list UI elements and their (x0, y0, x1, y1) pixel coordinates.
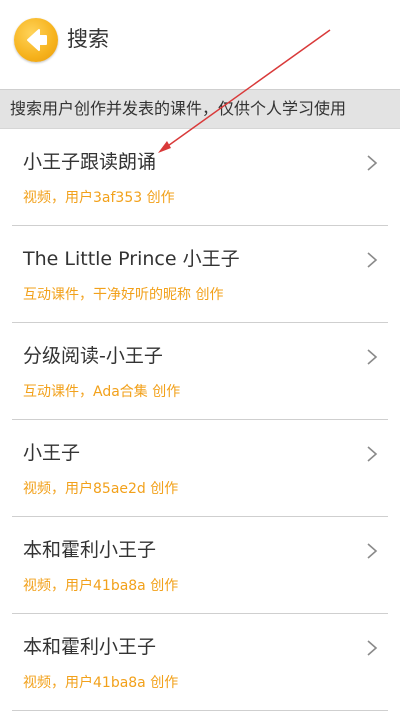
page-title: 搜索 (67, 27, 109, 51)
item-subtitle: 视频，用户41ba8a 创作 (23, 578, 179, 594)
item-title: 小王子跟读朗诵 (23, 151, 157, 173)
list-item[interactable]: 分级阅读-小王子 互动课件，Ada合集 创作 (0, 323, 400, 420)
chevron-right-icon (367, 640, 378, 656)
list-item[interactable]: 小王子 视频，用户85ae2d 创作 (0, 420, 400, 517)
chevron-right-icon (367, 446, 378, 462)
item-title: The Little Prince 小王子 (23, 248, 240, 270)
notice-banner: 搜索用户创作并发表的课件，仅供个人学习使用 (0, 89, 400, 129)
item-subtitle: 视频，用户85ae2d 创作 (23, 481, 179, 497)
chevron-right-icon (367, 543, 378, 559)
search-result-list: 小王子跟读朗诵 视频，用户3af353 创作 The Little Prince… (0, 129, 400, 711)
chevron-right-icon (367, 349, 378, 365)
list-item[interactable]: 小王子跟读朗诵 视频，用户3af353 创作 (0, 129, 400, 226)
item-subtitle: 视频，用户41ba8a 创作 (23, 675, 179, 691)
back-button[interactable] (14, 18, 58, 62)
back-arrow-icon (27, 29, 47, 51)
item-subtitle: 互动课件，Ada合集 创作 (23, 384, 181, 400)
item-title: 本和霍利小王子 (23, 636, 157, 658)
notice-text: 搜索用户创作并发表的课件，仅供个人学习使用 (10, 99, 347, 118)
item-subtitle: 互动课件，干净好听的昵称 创作 (23, 287, 224, 303)
chevron-right-icon (367, 252, 378, 268)
list-item[interactable]: 本和霍利小王子 视频，用户41ba8a 创作 (0, 614, 400, 711)
item-subtitle: 视频，用户3af353 创作 (23, 190, 175, 206)
chevron-right-icon (367, 155, 378, 171)
list-item[interactable]: 本和霍利小王子 视频，用户41ba8a 创作 (0, 517, 400, 614)
header-bar: 搜索 (0, 0, 400, 82)
list-item[interactable]: The Little Prince 小王子 互动课件，干净好听的昵称 创作 (0, 226, 400, 323)
item-title: 分级阅读-小王子 (23, 345, 163, 367)
item-title: 小王子 (23, 442, 81, 464)
item-title: 本和霍利小王子 (23, 539, 157, 561)
